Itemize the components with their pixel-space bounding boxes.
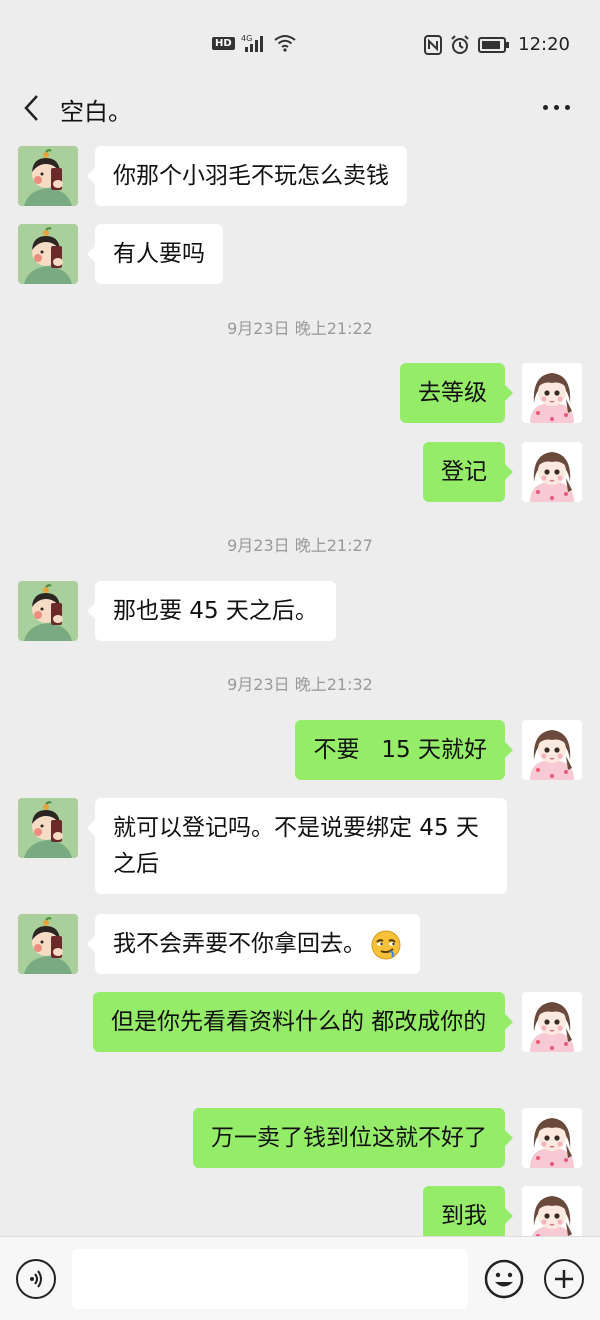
user-avatar[interactable] [522, 1108, 582, 1168]
message-bubble[interactable]: 我不会弄要不你拿回去。 [87, 914, 420, 974]
signal-icon: 4G [241, 34, 263, 52]
voice-input-button[interactable] [16, 1259, 56, 1299]
message-bubble[interactable]: 万一卖了钱到位这就不好了 [193, 1108, 513, 1168]
message-text: 我不会弄要不你拿回去。 [113, 931, 366, 957]
chat-title: 空白。 [60, 98, 132, 126]
clock: 12:20 [518, 34, 570, 55]
dot-icon [564, 104, 570, 110]
user-avatar[interactable] [522, 992, 582, 1052]
user-avatar[interactable] [522, 363, 582, 423]
system-indicators: 12:20 [424, 34, 570, 55]
message-timestamp: 9月23日 晚上21:22 [227, 319, 373, 338]
emoji-button-icon[interactable] [484, 1259, 524, 1299]
message-bubble[interactable]: 就可以登记吗。不是说要绑定 45 天之后 [87, 798, 507, 894]
back-button[interactable] [14, 90, 48, 126]
contact-avatar[interactable] [18, 146, 78, 206]
contact-avatar[interactable] [18, 798, 78, 858]
more-options-button[interactable] [536, 92, 576, 122]
message-bubble[interactable]: 你那个小羽毛不玩怎么卖钱 [87, 146, 407, 206]
battery-icon [478, 36, 510, 53]
dot-icon [553, 104, 559, 110]
status-bar: HD 4G 12:20 [0, 0, 600, 88]
more-functions-button[interactable] [544, 1259, 584, 1299]
hd-badge: HD [212, 36, 235, 50]
message-timestamp: 9月23日 晚上21:27 [227, 536, 373, 555]
voice-icon [30, 1270, 42, 1288]
contact-avatar[interactable] [18, 224, 78, 284]
chat-input-bar [0, 1236, 600, 1320]
dot-icon [542, 104, 548, 110]
message-bubble[interactable]: 那也要 45 天之后。 [87, 581, 336, 641]
plus-icon [555, 1270, 573, 1288]
smirk-emoji-icon [371, 930, 401, 959]
message-bubble[interactable]: 不要 15 天就好 [295, 720, 513, 780]
chat-header: 空白。 [0, 80, 600, 136]
message-bubble[interactable]: 有人要吗 [87, 224, 223, 284]
user-avatar[interactable] [522, 442, 582, 502]
message-bubble[interactable]: 去等级 [400, 363, 513, 423]
message-timestamp: 9月23日 晚上21:32 [227, 675, 373, 694]
user-avatar[interactable] [522, 720, 582, 780]
contact-avatar[interactable] [18, 581, 78, 641]
message-bubble[interactable]: 登记 [423, 442, 513, 502]
contact-avatar[interactable] [18, 914, 78, 974]
wifi-icon [274, 35, 296, 52]
network-type: 4G [241, 34, 252, 43]
chevron-left-icon [24, 95, 38, 121]
message-bubble[interactable]: 但是你先看看资料什么的 都改成你的 [93, 992, 513, 1052]
network-indicators: HD 4G [212, 34, 297, 52]
nfc-icon [424, 34, 443, 55]
alarm-icon [451, 34, 469, 54]
message-input[interactable] [72, 1249, 468, 1309]
